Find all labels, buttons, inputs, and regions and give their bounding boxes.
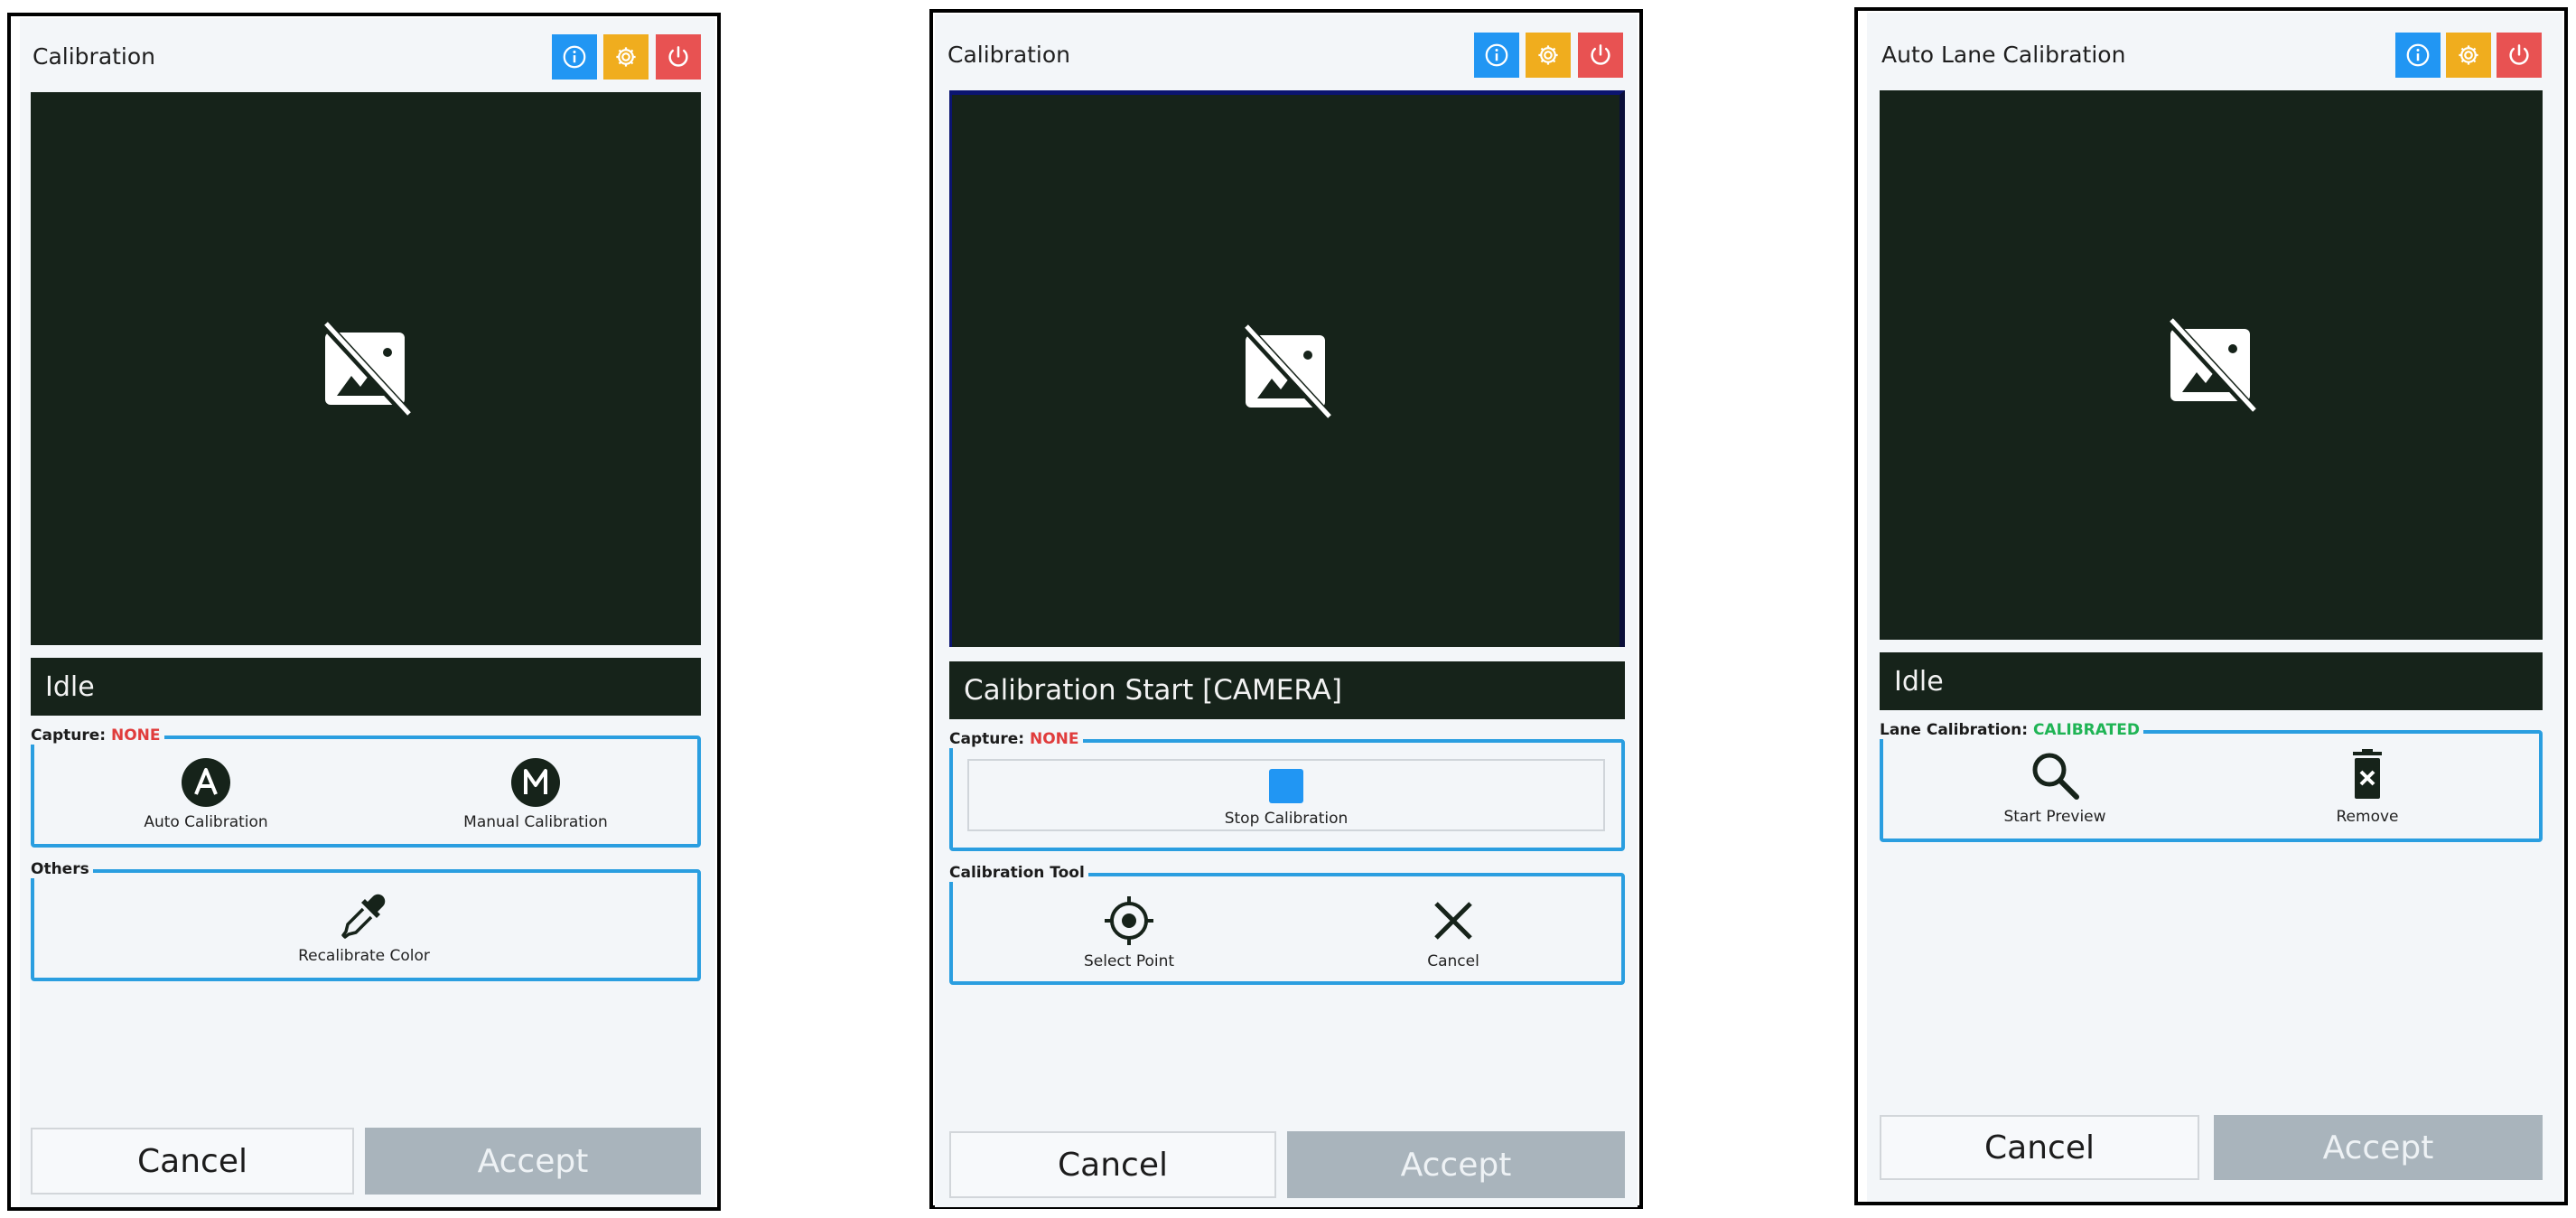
recalibrate-color-button[interactable]: Recalibrate Color — [265, 891, 463, 965]
capture-label: Capture: — [31, 726, 107, 745]
no-image-icon — [321, 322, 411, 416]
search-icon — [2032, 753, 2079, 800]
power-icon — [2509, 44, 2529, 65]
info-icon — [1485, 43, 1508, 67]
capture-legend: Capture: NONE — [949, 730, 1083, 748]
action-label: Remove — [2336, 808, 2399, 826]
status-text: Idle — [45, 670, 95, 703]
power-button[interactable] — [2497, 33, 2542, 78]
auto-calibration-button[interactable]: Auto Calibration — [125, 757, 287, 831]
cancel-button[interactable]: Cancel — [1880, 1115, 2199, 1180]
action-label: Manual Calibration — [463, 813, 608, 831]
panel-title: Calibration — [947, 42, 1071, 68]
accept-button[interactable]: Accept — [2214, 1115, 2543, 1180]
action-label: Auto Calibration — [144, 813, 268, 831]
capture-status: NONE — [110, 726, 161, 745]
capture-label: Capture: — [949, 730, 1025, 748]
power-icon — [1591, 44, 1610, 65]
manual-calibration-button[interactable]: Manual Calibration — [441, 757, 630, 831]
remove-button[interactable]: Remove — [2313, 748, 2422, 826]
info-icon — [2406, 43, 2430, 67]
capture-group: Capture: NONE Stop Calibration — [949, 730, 1625, 851]
calibration-tool-legend: Calibration Tool — [949, 864, 1088, 882]
capture-legend: Capture: NONE — [31, 726, 164, 745]
calibration-tool-group: Calibration Tool Select Point Cancel — [949, 864, 1625, 985]
gear-icon — [1538, 45, 1558, 65]
accept-button[interactable]: Accept — [1287, 1131, 1625, 1198]
camera-preview — [1880, 90, 2543, 640]
start-preview-button[interactable]: Start Preview — [1983, 748, 2127, 826]
close-icon — [1434, 902, 1472, 940]
stop-calibration-button[interactable]: Stop Calibration — [967, 759, 1605, 831]
auto-a-icon — [182, 758, 230, 807]
info-button[interactable] — [552, 34, 597, 80]
cancel-tool-button[interactable]: Cancel — [1390, 895, 1517, 970]
cancel-button[interactable]: Cancel — [949, 1131, 1276, 1198]
others-legend: Others — [31, 860, 93, 878]
calibration-panel-2: Calibration Calibration Start [CAMERA] C… — [929, 9, 1643, 1209]
calibration-panel-1: Calibration Idle Capture: NONE Auto Cali… — [7, 13, 721, 1211]
gear-icon — [616, 47, 636, 67]
settings-button[interactable] — [1526, 33, 1571, 78]
eyedropper-icon — [341, 894, 386, 939]
capture-status: NONE — [1029, 730, 1079, 748]
action-label: Start Preview — [2003, 808, 2106, 826]
panel-title: Auto Lane Calibration — [1881, 42, 2126, 68]
settings-button[interactable] — [603, 34, 649, 80]
others-label: Others — [31, 860, 89, 878]
stop-icon — [1269, 769, 1303, 803]
power-icon — [668, 46, 688, 67]
others-group: Others Recalibrate Color — [31, 860, 701, 981]
status-text: Calibration Start [CAMERA] — [964, 674, 1342, 707]
gear-icon — [2459, 45, 2478, 65]
settings-button[interactable] — [2446, 33, 2491, 78]
info-icon — [563, 45, 586, 69]
lane-calibration-legend: Lane Calibration: CALIBRATED — [1880, 721, 2143, 739]
manual-m-icon — [511, 758, 560, 807]
status-bar: Idle — [1880, 652, 2543, 710]
action-label: Stop Calibration — [1224, 810, 1349, 828]
cancel-button[interactable]: Cancel — [31, 1128, 354, 1195]
power-button[interactable] — [656, 34, 701, 80]
panel-title: Calibration — [33, 43, 156, 70]
no-image-icon — [2166, 318, 2256, 412]
calibration-tool-label: Calibration Tool — [949, 864, 1085, 882]
camera-preview — [949, 90, 1625, 647]
capture-group: Capture: NONE Auto Calibration Manual Ca… — [31, 726, 701, 848]
trash-icon — [2353, 749, 2382, 799]
accept-button[interactable]: Accept — [365, 1128, 701, 1195]
info-button[interactable] — [1474, 33, 1519, 78]
crosshair-icon — [1105, 896, 1153, 945]
status-text: Idle — [1894, 665, 1944, 698]
power-button[interactable] — [1578, 33, 1623, 78]
status-bar: Calibration Start [CAMERA] — [949, 661, 1625, 719]
action-label: Cancel — [1427, 952, 1479, 970]
status-bar: Idle — [31, 658, 701, 716]
lane-calibration-status: CALIBRATED — [2032, 721, 2140, 739]
action-label: Recalibrate Color — [298, 947, 430, 965]
info-button[interactable] — [2395, 33, 2441, 78]
select-point-button[interactable]: Select Point — [1048, 895, 1210, 970]
no-image-icon — [1240, 323, 1331, 418]
camera-preview — [31, 92, 701, 645]
lane-calibration-group: Lane Calibration: CALIBRATED Start Previ… — [1880, 721, 2543, 842]
lane-calibration-label: Lane Calibration: — [1880, 721, 2029, 739]
auto-lane-calibration-panel: Auto Lane Calibration Idle Lane Calibrat… — [1854, 7, 2568, 1205]
action-label: Select Point — [1083, 952, 1175, 970]
